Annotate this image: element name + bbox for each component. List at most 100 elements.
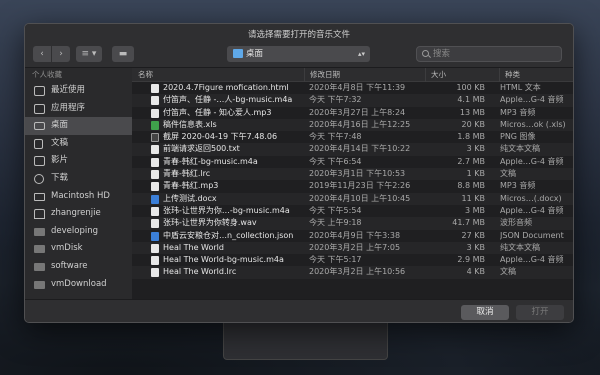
file-kind: 波形音频 (500, 218, 532, 228)
audio-file-icon (151, 182, 159, 192)
file-name: 上传测试.docx (163, 193, 217, 203)
sidebar-item-downloads[interactable]: 下载 (25, 170, 132, 188)
file-row[interactable]: 青春-韩红.lrc 2020年3月1日 下午10:53 1 KB 文稿 (132, 168, 573, 181)
folder-icon (34, 280, 45, 289)
file-name: Heal The World.lrc (163, 267, 237, 277)
file-name: 中盾云安粮仓对…n_collection.json (163, 230, 294, 240)
location-select[interactable]: 桌面 ▴▾ (227, 46, 370, 62)
file-list-header: 名称 修改日期 大小 种类 (132, 68, 573, 82)
background-window (223, 318, 388, 360)
file-name: 前端请求返回500.txt (163, 144, 240, 154)
file-name: 付笛声、任静 - 知心爱人.mp3 (163, 107, 272, 117)
excel-file-icon (151, 120, 159, 130)
file-name: 2020.4.7Figure mofication.html (163, 83, 289, 92)
view-options-button[interactable]: ≡ ▾ (76, 46, 102, 62)
sidebar-item-vmdownload[interactable]: vmDownload (25, 276, 132, 294)
sidebar-item-movies[interactable]: 影片 (25, 152, 132, 170)
sidebar-item-label: vmDisk (51, 243, 83, 254)
file-row[interactable]: 张玮-让世界为你转身.wav 今天 上午9:18 41.7 MB 波形音频 (132, 217, 573, 230)
file-date: 2020年4月9日 下午3:38 (309, 230, 401, 240)
sidebar-item-label: 最近使用 (51, 85, 86, 95)
file-row[interactable]: 上传测试.docx 2020年4月10日 上午10:45 11 KB Micro… (132, 192, 573, 205)
sidebar-item-label: developing (51, 225, 98, 236)
file-row[interactable]: 青春-韩红.mp3 2019年11月23日 下午2:26 8.8 MB MP3 … (132, 180, 573, 192)
column-header-date[interactable]: 修改日期 (304, 68, 425, 82)
applications-icon (34, 103, 45, 114)
sidebar-item-macintosh-hd[interactable]: Macintosh HD (25, 188, 132, 206)
lrc-file-icon (151, 170, 159, 180)
file-date: 2019年11月23日 下午2:26 (309, 181, 411, 191)
file-size: 3 MB (464, 205, 485, 215)
file-row[interactable]: 稿件信息表.xls 2020年4月16日 上午12:25 20 KB Micro… (132, 118, 573, 132)
word-file-icon (151, 194, 159, 204)
file-kind: MP3 音频 (500, 107, 536, 117)
audio-file-icon (151, 256, 159, 266)
file-row[interactable]: Heal The World-bg-music.m4a 今天 下午5:17 2.… (132, 254, 573, 266)
new-folder-button[interactable]: ▬ (112, 46, 134, 62)
cancel-button[interactable]: 取消 (461, 305, 509, 320)
back-button[interactable]: ‹ (33, 46, 51, 62)
file-row[interactable]: Heal The World.lrc 2020年3月2日 上午10:56 4 K… (132, 266, 573, 279)
file-size: 20 KB (461, 119, 485, 129)
folder-icon (34, 227, 45, 236)
dialog-footer: 取消 打开 (25, 299, 573, 322)
column-header-name[interactable]: 名称 (132, 68, 304, 82)
sidebar-heading: 个人收藏 (32, 70, 62, 79)
file-date: 2020年3月2日 上午7:05 (309, 242, 401, 252)
sidebar-item-documents[interactable]: 文稿 (25, 135, 132, 153)
file-date: 今天 下午6:54 (309, 156, 362, 166)
file-date: 今天 下午5:17 (309, 255, 362, 265)
chevron-updown-icon: ▴▾ (357, 50, 365, 58)
forward-button[interactable]: › (52, 46, 70, 62)
search-input[interactable]: 搜索 (416, 46, 562, 62)
sidebar: 个人收藏 最近使用 应用程序 桌面 文稿 影片 下载 Macintosh HD (25, 68, 132, 299)
sidebar-item-home[interactable]: zhangrenjie (25, 205, 132, 223)
file-date: 2020年4月8日 下午11:39 (309, 83, 406, 92)
open-button[interactable]: 打开 (516, 305, 564, 320)
file-row[interactable]: 张玮-让世界为你…-bg-music.m4a 今天 下午5:54 3 MB Ap… (132, 205, 573, 217)
file-row[interactable]: 青春-韩红-bg-music.m4a 今天 下午6:54 2.7 MB Appl… (132, 156, 573, 168)
desktop-icon (34, 122, 45, 131)
sidebar-item-developing[interactable]: developing (25, 223, 132, 241)
file-kind: Micros…(.docx) (500, 193, 562, 203)
file-size: 4 KB (466, 267, 485, 277)
file-date: 2020年4月16日 上午12:25 (309, 119, 411, 129)
sidebar-item-recent[interactable]: 最近使用 (25, 82, 132, 100)
file-name: 青春-韩红.lrc (163, 169, 211, 179)
file-size: 8.8 MB (457, 181, 485, 191)
open-file-dialog: 请选择需要打开的音乐文件 ‹ › ≡ ▾ ▬ 桌面 ▴▾ 搜索 个人收藏 最近使… (24, 23, 574, 323)
column-header-kind[interactable]: 种类 (499, 68, 573, 82)
text-file-icon (151, 145, 159, 155)
file-size: 27 KB (461, 230, 485, 240)
home-icon (34, 209, 45, 220)
file-date: 今天 下午7:48 (309, 132, 362, 142)
file-size: 1 KB (466, 169, 485, 179)
file-row[interactable]: 付笛声、任静 -…人-bg-music.m4a 今天 下午7:32 4.1 MB… (132, 94, 573, 107)
sidebar-item-desktop[interactable]: 桌面 (25, 117, 132, 135)
file-row[interactable]: 付笛声、任静 - 知心爱人.mp3 2020年3月27日 上午8:24 13 M… (132, 107, 573, 119)
file-size: 2.7 MB (457, 156, 485, 166)
file-size: 11 KB (461, 193, 485, 203)
audio-file-icon (151, 206, 159, 216)
file-row[interactable]: 中盾云安粮仓对…n_collection.json 2020年4月9日 下午3:… (132, 230, 573, 242)
file-date: 2020年4月14日 下午10:22 (309, 144, 411, 154)
file-kind: 纯文本文稿 (500, 242, 540, 252)
file-row[interactable]: 截屏 2020-04-19 下午7.48.06 今天 下午7:48 1.8 MB… (132, 131, 573, 143)
file-row[interactable]: 2020.4.7Figure mofication.html 2020年4月8日… (132, 82, 573, 94)
file-size: 13 MB (459, 107, 485, 117)
file-kind: 文稿 (500, 267, 516, 277)
file-row[interactable]: Heal The World 2020年3月2日 上午7:05 3 KB 纯文本… (132, 241, 573, 255)
file-kind: Apple…G-4 音频 (500, 156, 564, 166)
sidebar-item-label: 影片 (51, 155, 69, 166)
file-kind: MP3 音频 (500, 181, 536, 191)
file-row[interactable]: 前端请求返回500.txt 2020年4月14日 下午10:22 3 KB 纯文… (132, 143, 573, 156)
sidebar-item-vmdisk[interactable]: vmDisk (25, 240, 132, 258)
file-date: 2020年4月10日 上午10:45 (309, 193, 411, 203)
file-size: 3 KB (466, 144, 485, 154)
sidebar-item-applications[interactable]: 应用程序 (25, 100, 132, 118)
file-name: 张玮-让世界为你转身.wav (163, 218, 257, 228)
column-header-size[interactable]: 大小 (425, 68, 499, 82)
file-kind: PNG 图像 (500, 132, 536, 142)
file-size: 4.1 MB (457, 95, 485, 105)
sidebar-item-software[interactable]: software (25, 258, 132, 276)
